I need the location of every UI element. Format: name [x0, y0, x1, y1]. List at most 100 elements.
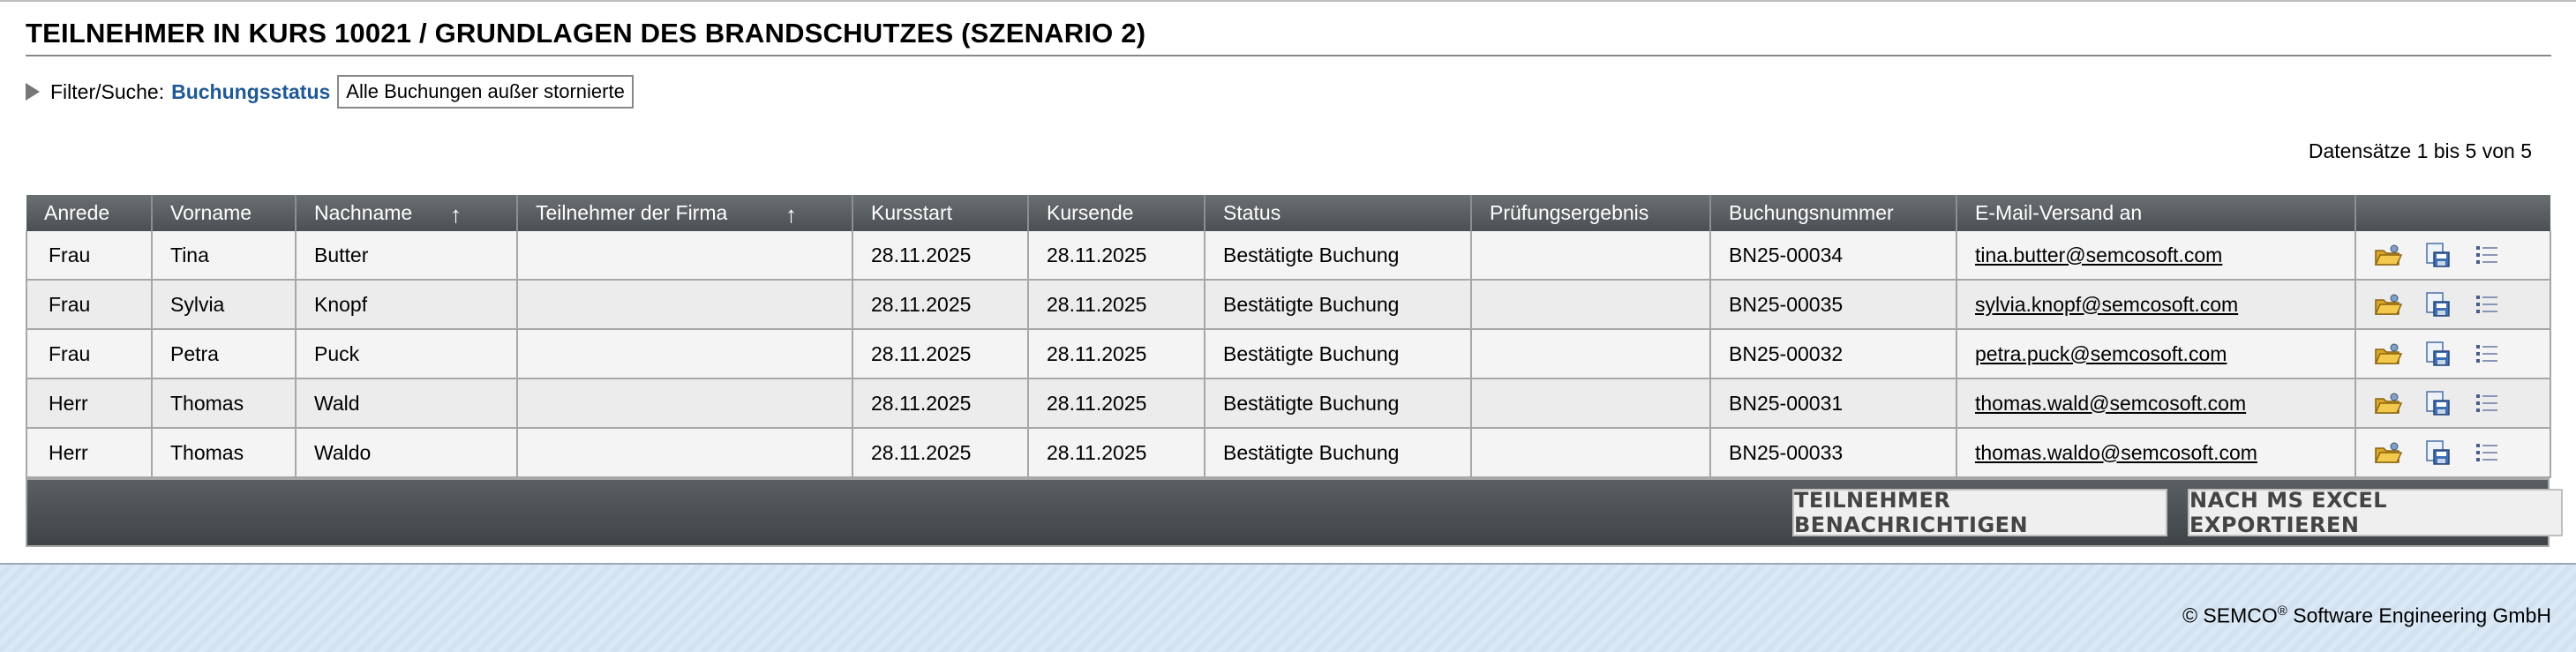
col-header-anrede[interactable]: Anrede	[26, 195, 153, 231]
cell-pruefung	[1471, 428, 1711, 478]
col-header-nachname[interactable]: Nachname ↑	[296, 195, 518, 231]
cell-pruefung	[1471, 280, 1711, 330]
cell-email: tina.butter@semcosoft.com	[1956, 231, 2356, 281]
open-folder-icon[interactable]	[2374, 390, 2403, 416]
main-content: TEILNEHMER IN KURS 10021 / GRUNDLAGEN DE…	[0, 2, 2576, 563]
cell-anrede: Frau	[26, 329, 153, 379]
cell-actions	[2355, 231, 2551, 281]
cell-start: 28.11.2025	[852, 329, 1029, 379]
copyright-text: © SEMCO® Software Engineering GmbH	[2182, 603, 2551, 628]
sort-ascending-icon[interactable]: ↑	[450, 201, 462, 229]
col-header-pruefung[interactable]: Prüfungsergebnis	[1471, 195, 1711, 231]
copyright-suffix: Software Engineering GmbH	[2287, 603, 2551, 627]
email-link[interactable]: thomas.waldo@semcosoft.com	[1975, 441, 2257, 464]
cell-email: thomas.waldo@semcosoft.com	[1956, 428, 2356, 478]
cell-status: Bestätigte Buchung	[1205, 231, 1472, 281]
details-list-icon[interactable]	[2473, 341, 2501, 367]
filter-field-link[interactable]: Buchungsstatus	[171, 80, 330, 104]
cell-email: thomas.wald@semcosoft.com	[1956, 378, 2356, 429]
row-actions	[2374, 390, 2550, 416]
table-row[interactable]: Frau Petra Puck 28.11.2025 28.11.2025 Bestäti…	[26, 329, 2551, 379]
open-folder-icon[interactable]	[2374, 242, 2403, 268]
table-row[interactable]: Herr Thomas Wald 28.11.2025 28.11.2025 Bestät…	[26, 378, 2551, 429]
col-header-firma[interactable]: Teilnehmer der Firma ↑	[517, 195, 853, 231]
col-header-kursende[interactable]: Kursende	[1028, 195, 1205, 231]
col-header-actions	[2355, 195, 2550, 231]
email-link[interactable]: petra.puck@semcosoft.com	[1975, 342, 2227, 365]
col-header-vorname[interactable]: Vorname	[152, 195, 297, 231]
filter-bar: Filter/Suche: Buchungsstatus Alle Buchun…	[26, 74, 634, 109]
table-header-row: Anrede Vorname Nachname ↑ Teilnehmer der …	[26, 195, 2550, 231]
details-list-icon[interactable]	[2473, 242, 2501, 268]
cell-actions	[2355, 280, 2551, 330]
details-list-icon[interactable]	[2473, 439, 2501, 466]
save-document-icon[interactable]	[2423, 242, 2452, 268]
table-row[interactable]: Frau Tina Butter 28.11.2025 28.11.2025 Bestät…	[26, 231, 2551, 281]
cell-buchung: BN25-00035	[1710, 280, 1957, 330]
cell-pruefung	[1471, 378, 1711, 429]
cell-vorname: Petra	[152, 329, 297, 379]
sort-ascending-icon[interactable]: ↑	[785, 201, 797, 229]
col-header-firma-label: Teilnehmer der Firma	[536, 201, 728, 224]
cell-vorname: Thomas	[152, 428, 297, 478]
details-list-icon[interactable]	[2473, 291, 2501, 318]
cell-pruefung	[1471, 329, 1711, 379]
email-link[interactable]: tina.butter@semcosoft.com	[1975, 244, 2222, 266]
col-header-status[interactable]: Status	[1205, 195, 1472, 231]
export-excel-button[interactable]: NACH MS EXCEL EXPORTIEREN	[2188, 488, 2563, 537]
save-document-icon[interactable]	[2423, 390, 2452, 416]
open-folder-icon[interactable]	[2374, 439, 2403, 466]
col-header-nachname-label: Nachname	[314, 201, 413, 224]
expand-filter-icon[interactable]	[26, 83, 40, 101]
copyright-prefix: © SEMCO	[2182, 603, 2278, 627]
cell-firma	[517, 280, 853, 330]
row-actions	[2374, 341, 2550, 367]
cell-buchung: BN25-00033	[1710, 428, 1957, 478]
cell-ende: 28.11.2025	[1028, 428, 1205, 478]
row-actions	[2374, 439, 2550, 466]
cell-pruefung	[1471, 231, 1711, 281]
cell-nachname: Knopf	[296, 280, 518, 330]
cell-firma	[517, 428, 853, 478]
save-document-icon[interactable]	[2423, 341, 2452, 367]
cell-start: 28.11.2025	[852, 231, 1029, 281]
details-list-icon[interactable]	[2473, 390, 2501, 416]
table-footer-bar: TEILNEHMER BENACHRICHTIGEN NACH MS EXCEL…	[26, 478, 2563, 547]
save-document-icon[interactable]	[2423, 439, 2452, 466]
email-link[interactable]: thomas.wald@semcosoft.com	[1975, 392, 2246, 415]
save-document-icon[interactable]	[2423, 291, 2452, 318]
cell-buchung: BN25-00031	[1710, 378, 1957, 429]
col-header-kursstart[interactable]: Kursstart	[852, 195, 1029, 231]
cell-anrede: Herr	[26, 428, 153, 478]
cell-ende: 28.11.2025	[1028, 378, 1205, 429]
records-info: Datensätze 1 bis 5 von 5	[2308, 139, 2532, 162]
cell-nachname: Puck	[296, 329, 518, 379]
title-divider	[26, 55, 2551, 56]
table-row[interactable]: Frau Sylvia Knopf 28.11.2025 28.11.2025 Bestä…	[26, 280, 2551, 330]
table-row[interactable]: Herr Thomas Waldo 28.11.2025 28.11.2025 Bestä…	[26, 428, 2551, 478]
cell-actions	[2355, 378, 2551, 429]
cell-status: Bestätigte Buchung	[1205, 280, 1472, 330]
page-title: TEILNEHMER IN KURS 10021 / GRUNDLAGEN DE…	[26, 18, 1146, 49]
page-footer: © SEMCO® Software Engineering GmbH	[0, 563, 2576, 652]
cell-status: Bestätigte Buchung	[1205, 329, 1472, 379]
participants-table: Anrede Vorname Nachname ↑ Teilnehmer der …	[26, 195, 2551, 478]
cell-nachname: Butter	[296, 231, 518, 281]
notify-participants-button[interactable]: TEILNEHMER BENACHRICHTIGEN	[1792, 488, 2167, 537]
open-folder-icon[interactable]	[2374, 341, 2403, 367]
col-header-buchungsnummer[interactable]: Buchungsnummer	[1710, 195, 1957, 231]
row-actions	[2374, 242, 2550, 268]
cell-status: Bestätigte Buchung	[1205, 378, 1472, 429]
cell-ende: 28.11.2025	[1028, 231, 1205, 281]
cell-status: Bestätigte Buchung	[1205, 428, 1472, 478]
email-link[interactable]: sylvia.knopf@semcosoft.com	[1975, 293, 2238, 316]
cell-vorname: Thomas	[152, 378, 297, 429]
col-header-email[interactable]: E-Mail-Versand an	[1956, 195, 2356, 231]
cell-vorname: Tina	[152, 231, 297, 281]
filter-value-box[interactable]: Alle Buchungen außer stornierte	[337, 75, 634, 109]
cell-vorname: Sylvia	[152, 280, 297, 330]
cell-buchung: BN25-00034	[1710, 231, 1957, 281]
cell-actions	[2355, 329, 2551, 379]
cell-actions	[2355, 428, 2551, 478]
open-folder-icon[interactable]	[2374, 291, 2403, 318]
